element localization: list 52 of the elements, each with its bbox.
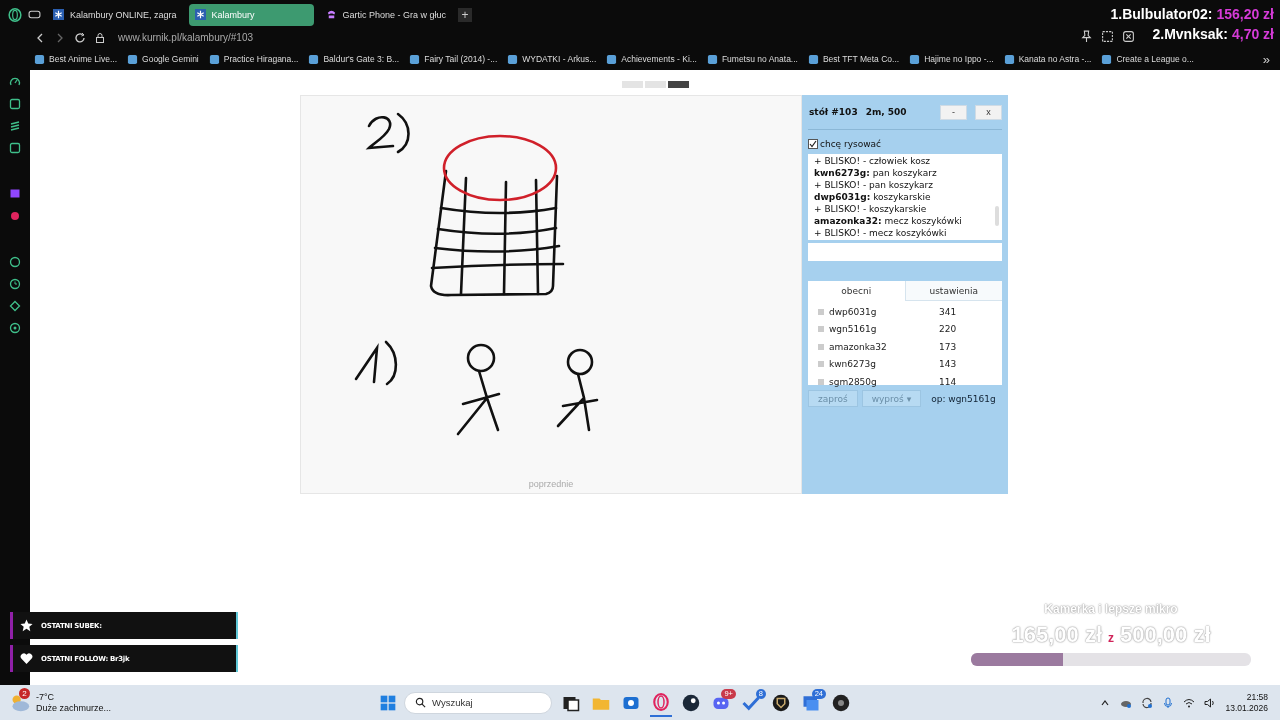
chat-message: amazonka32: mecz koszykówki <box>814 215 963 227</box>
player-name[interactable]: kwn6273g <box>829 359 939 370</box>
address-bar[interactable]: www.kurnik.pl/kalambury/#103 <box>118 32 254 44</box>
bookmark[interactable]: Fumetsu no Anata... <box>706 53 798 65</box>
player-name[interactable]: sgm2850g <box>829 376 939 387</box>
bookmark[interactable]: Hajime no Ippo -... <box>909 53 994 65</box>
temperature: -7°C <box>36 691 56 703</box>
bookmark[interactable]: Best TFT Meta Co... <box>807 53 900 65</box>
game-settings: 2m, 500 <box>865 107 907 117</box>
bookmark[interactable]: WYDATKI - Arkus... <box>507 53 597 65</box>
bookmark[interactable]: Best Anime Live... <box>34 53 118 65</box>
chat-message: dwp6031g: koszykarskie <box>814 191 932 203</box>
chat-message: kwn6273g: pan koszykarz <box>814 167 938 179</box>
panel-tab[interactable]: ustawienia <box>904 281 1002 301</box>
chat-message: + BLISKO! - koszykarskie <box>814 203 928 215</box>
goal-separator: z <box>1108 631 1114 645</box>
browser-tab[interactable]: Gartic Phone - Gra w głuc <box>319 3 453 26</box>
donor-name: 1.Bulbulator02: <box>1110 5 1213 24</box>
bookmark[interactable]: Achievements - Ki... <box>606 53 697 65</box>
minimize-button[interactable]: - <box>940 104 967 120</box>
bookmark[interactable]: Practice Hiragana... <box>208 53 299 65</box>
new-tab-button[interactable]: + <box>458 7 473 22</box>
weather-condition: Duże zachmurze... <box>36 702 112 714</box>
bookmark[interactable]: Fairy Tail (2014) -... <box>409 53 498 65</box>
clock-date[interactable]: 13.01.2026 <box>1225 702 1268 714</box>
operator-label: op: wgn5161g <box>931 393 996 404</box>
donor-name: 2.Mvnksak: <box>1152 25 1228 44</box>
notification-badge: 2 <box>19 687 30 699</box>
clock-time[interactable]: 21:58 <box>1246 691 1268 703</box>
chat-message: + BLISKO! - mecz koszykówki <box>814 227 948 239</box>
bookmark[interactable]: Kanata no Astra -... <box>1003 53 1092 65</box>
bookmark[interactable]: Google Gemini <box>127 53 199 65</box>
player-name[interactable]: wgn5161g <box>829 324 939 335</box>
bookmark[interactable]: Baldur's Gate 3: B... <box>308 53 400 65</box>
player-score: 143 <box>939 359 957 370</box>
player-name[interactable]: dwp6031g <box>829 306 939 317</box>
browser-tab[interactable]: Kalambury ONLINE, zagra <box>47 3 183 26</box>
search-field[interactable]: Wyszukaj <box>404 691 552 714</box>
chat-message: + BLISKO! - człowiek kosz <box>814 155 932 167</box>
player-score: 114 <box>939 376 957 387</box>
more-bookmarks-button[interactable]: » <box>1262 51 1270 67</box>
table-title: stół #103 <box>809 107 858 117</box>
close-button[interactable]: x <box>975 104 1002 120</box>
player-name[interactable]: amazonka32 <box>829 341 939 352</box>
donation-amount: 4,70 zł <box>1231 25 1274 44</box>
player-score: 220 <box>939 324 957 335</box>
player-score: 173 <box>939 341 957 352</box>
donation-amount: 156,20 zł <box>1216 5 1274 24</box>
checkbox-label[interactable]: chcę rysować <box>820 139 882 149</box>
chat-message: + BLISKO! - pan koszykarz <box>814 179 934 191</box>
bookmark[interactable]: Create a League o... <box>1101 53 1194 65</box>
player-score: 341 <box>939 306 957 317</box>
